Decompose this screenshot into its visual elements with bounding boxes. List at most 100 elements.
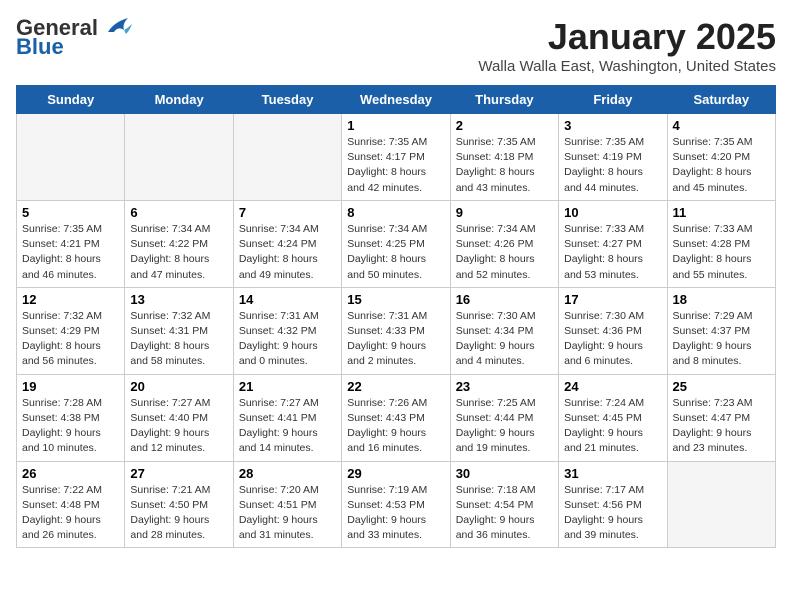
calendar-cell: 18Sunrise: 7:29 AM Sunset: 4:37 PM Dayli… (667, 287, 775, 374)
calendar-cell: 5Sunrise: 7:35 AM Sunset: 4:21 PM Daylig… (17, 200, 125, 287)
day-number: 16 (456, 292, 553, 307)
calendar-cell: 21Sunrise: 7:27 AM Sunset: 4:41 PM Dayli… (233, 374, 341, 461)
day-number: 12 (22, 292, 119, 307)
day-info: Sunrise: 7:34 AM Sunset: 4:26 PM Dayligh… (456, 222, 553, 283)
logo-blue-text: Blue (16, 36, 64, 58)
day-number: 26 (22, 466, 119, 481)
calendar-cell: 28 Sunrise: 7:20 AM Sunset: 4:51 PM Dayli… (233, 461, 341, 548)
day-number: 8 (347, 205, 444, 220)
month-title: January 2025 (478, 16, 776, 58)
day-number: 21 (239, 379, 336, 394)
calendar-cell: 19 Sunrise: 7:28 AM Sunset: 4:38 PM Dayli… (17, 374, 125, 461)
calendar-cell: 2Sunrise: 7:35 AM Sunset: 4:18 PM Daylig… (450, 114, 558, 201)
calendar-cell: 8 Sunrise: 7:34 AM Sunset: 4:25 PM Daylig… (342, 200, 450, 287)
day-number: 29 (347, 466, 444, 481)
calendar-cell: 9 Sunrise: 7:34 AM Sunset: 4:26 PM Daylig… (450, 200, 558, 287)
day-info: Sunrise: 7:33 AM Sunset: 4:27 PM Dayligh… (564, 222, 661, 283)
day-number: 9 (456, 205, 553, 220)
day-number: 22 (347, 379, 444, 394)
day-number: 10 (564, 205, 661, 220)
calendar-cell: 15Sunrise: 7:31 AM Sunset: 4:33 PM Dayli… (342, 287, 450, 374)
day-info: Sunrise: 7:31 AM Sunset: 4:33 PM Dayligh… (347, 309, 444, 370)
calendar-cell: 22 Sunrise: 7:26 AM Sunset: 4:43 PM Dayli… (342, 374, 450, 461)
day-info: Sunrise: 7:30 AM Sunset: 4:36 PM Dayligh… (564, 309, 661, 370)
calendar-cell: 1Sunrise: 7:35 AM Sunset: 4:17 PM Daylig… (342, 114, 450, 201)
calendar-cell: 27 Sunrise: 7:21 AM Sunset: 4:50 PM Dayli… (125, 461, 233, 548)
calendar-cell: 25 Sunrise: 7:23 AM Sunset: 4:47 PM Dayli… (667, 374, 775, 461)
logo-bird-icon (100, 14, 132, 40)
calendar-cell: 14Sunrise: 7:31 AM Sunset: 4:32 PM Dayli… (233, 287, 341, 374)
calendar-week-row: 1Sunrise: 7:35 AM Sunset: 4:17 PM Daylig… (17, 114, 776, 201)
day-info: Sunrise: 7:17 AM Sunset: 4:56 PM Dayligh… (564, 483, 661, 544)
day-info: Sunrise: 7:19 AM Sunset: 4:53 PM Dayligh… (347, 483, 444, 544)
day-info: Sunrise: 7:32 AM Sunset: 4:31 PM Dayligh… (130, 309, 227, 370)
calendar-table: SundayMondayTuesdayWednesdayThursdayFrid… (16, 85, 776, 548)
day-number: 13 (130, 292, 227, 307)
day-of-week-header: Wednesday (342, 86, 450, 114)
calendar-cell (233, 114, 341, 201)
day-of-week-header: Thursday (450, 86, 558, 114)
calendar-cell: 20Sunrise: 7:27 AM Sunset: 4:40 PM Dayli… (125, 374, 233, 461)
day-info: Sunrise: 7:25 AM Sunset: 4:44 PM Dayligh… (456, 396, 553, 457)
day-number: 18 (673, 292, 770, 307)
day-info: Sunrise: 7:28 AM Sunset: 4:38 PM Dayligh… (22, 396, 119, 457)
day-number: 4 (673, 118, 770, 133)
day-info: Sunrise: 7:22 AM Sunset: 4:48 PM Dayligh… (22, 483, 119, 544)
day-number: 27 (130, 466, 227, 481)
calendar-cell: 24Sunrise: 7:24 AM Sunset: 4:45 PM Dayli… (559, 374, 667, 461)
days-of-week-row: SundayMondayTuesdayWednesdayThursdayFrid… (17, 86, 776, 114)
day-of-week-header: Tuesday (233, 86, 341, 114)
day-number: 23 (456, 379, 553, 394)
calendar-week-row: 19 Sunrise: 7:28 AM Sunset: 4:38 PM Dayli… (17, 374, 776, 461)
day-number: 7 (239, 205, 336, 220)
calendar-week-row: 26 Sunrise: 7:22 AM Sunset: 4:48 PM Dayli… (17, 461, 776, 548)
day-number: 31 (564, 466, 661, 481)
calendar-cell (125, 114, 233, 201)
day-of-week-header: Saturday (667, 86, 775, 114)
day-number: 19 (22, 379, 119, 394)
day-info: Sunrise: 7:34 AM Sunset: 4:24 PM Dayligh… (239, 222, 336, 283)
day-number: 11 (673, 205, 770, 220)
calendar-week-row: 5Sunrise: 7:35 AM Sunset: 4:21 PM Daylig… (17, 200, 776, 287)
page-header: General Blue January 2025 Walla Walla Ea… (16, 16, 776, 75)
calendar-cell: 31 Sunrise: 7:17 AM Sunset: 4:56 PM Dayli… (559, 461, 667, 548)
calendar-cell: 4 Sunrise: 7:35 AM Sunset: 4:20 PM Daylig… (667, 114, 775, 201)
day-info: Sunrise: 7:33 AM Sunset: 4:28 PM Dayligh… (673, 222, 770, 283)
calendar-cell: 29 Sunrise: 7:19 AM Sunset: 4:53 PM Dayli… (342, 461, 450, 548)
day-number: 17 (564, 292, 661, 307)
logo: General Blue (16, 16, 132, 58)
day-of-week-header: Sunday (17, 86, 125, 114)
day-info: Sunrise: 7:35 AM Sunset: 4:19 PM Dayligh… (564, 135, 661, 196)
day-number: 25 (673, 379, 770, 394)
calendar-cell: 16Sunrise: 7:30 AM Sunset: 4:34 PM Dayli… (450, 287, 558, 374)
day-info: Sunrise: 7:23 AM Sunset: 4:47 PM Dayligh… (673, 396, 770, 457)
calendar-cell: 3Sunrise: 7:35 AM Sunset: 4:19 PM Daylig… (559, 114, 667, 201)
title-block: January 2025 Walla Walla East, Washingto… (478, 16, 776, 75)
day-info: Sunrise: 7:26 AM Sunset: 4:43 PM Dayligh… (347, 396, 444, 457)
day-info: Sunrise: 7:32 AM Sunset: 4:29 PM Dayligh… (22, 309, 119, 370)
calendar-cell: 17 Sunrise: 7:30 AM Sunset: 4:36 PM Dayli… (559, 287, 667, 374)
day-info: Sunrise: 7:35 AM Sunset: 4:21 PM Dayligh… (22, 222, 119, 283)
day-info: Sunrise: 7:20 AM Sunset: 4:51 PM Dayligh… (239, 483, 336, 544)
calendar-cell (17, 114, 125, 201)
calendar-cell: 11 Sunrise: 7:33 AM Sunset: 4:28 PM Dayli… (667, 200, 775, 287)
day-number: 14 (239, 292, 336, 307)
day-number: 20 (130, 379, 227, 394)
calendar-cell: 26 Sunrise: 7:22 AM Sunset: 4:48 PM Dayli… (17, 461, 125, 548)
day-of-week-header: Monday (125, 86, 233, 114)
day-number: 2 (456, 118, 553, 133)
day-info: Sunrise: 7:34 AM Sunset: 4:22 PM Dayligh… (130, 222, 227, 283)
calendar-body: 1Sunrise: 7:35 AM Sunset: 4:17 PM Daylig… (17, 114, 776, 548)
day-info: Sunrise: 7:35 AM Sunset: 4:20 PM Dayligh… (673, 135, 770, 196)
calendar-header: SundayMondayTuesdayWednesdayThursdayFrid… (17, 86, 776, 114)
calendar-cell: 23 Sunrise: 7:25 AM Sunset: 4:44 PM Dayli… (450, 374, 558, 461)
day-info: Sunrise: 7:34 AM Sunset: 4:25 PM Dayligh… (347, 222, 444, 283)
day-info: Sunrise: 7:35 AM Sunset: 4:17 PM Dayligh… (347, 135, 444, 196)
calendar-cell: 13 Sunrise: 7:32 AM Sunset: 4:31 PM Dayli… (125, 287, 233, 374)
calendar-cell (667, 461, 775, 548)
calendar-cell: 30Sunrise: 7:18 AM Sunset: 4:54 PM Dayli… (450, 461, 558, 548)
day-number: 6 (130, 205, 227, 220)
day-number: 28 (239, 466, 336, 481)
calendar-cell: 10 Sunrise: 7:33 AM Sunset: 4:27 PM Dayli… (559, 200, 667, 287)
day-info: Sunrise: 7:21 AM Sunset: 4:50 PM Dayligh… (130, 483, 227, 544)
